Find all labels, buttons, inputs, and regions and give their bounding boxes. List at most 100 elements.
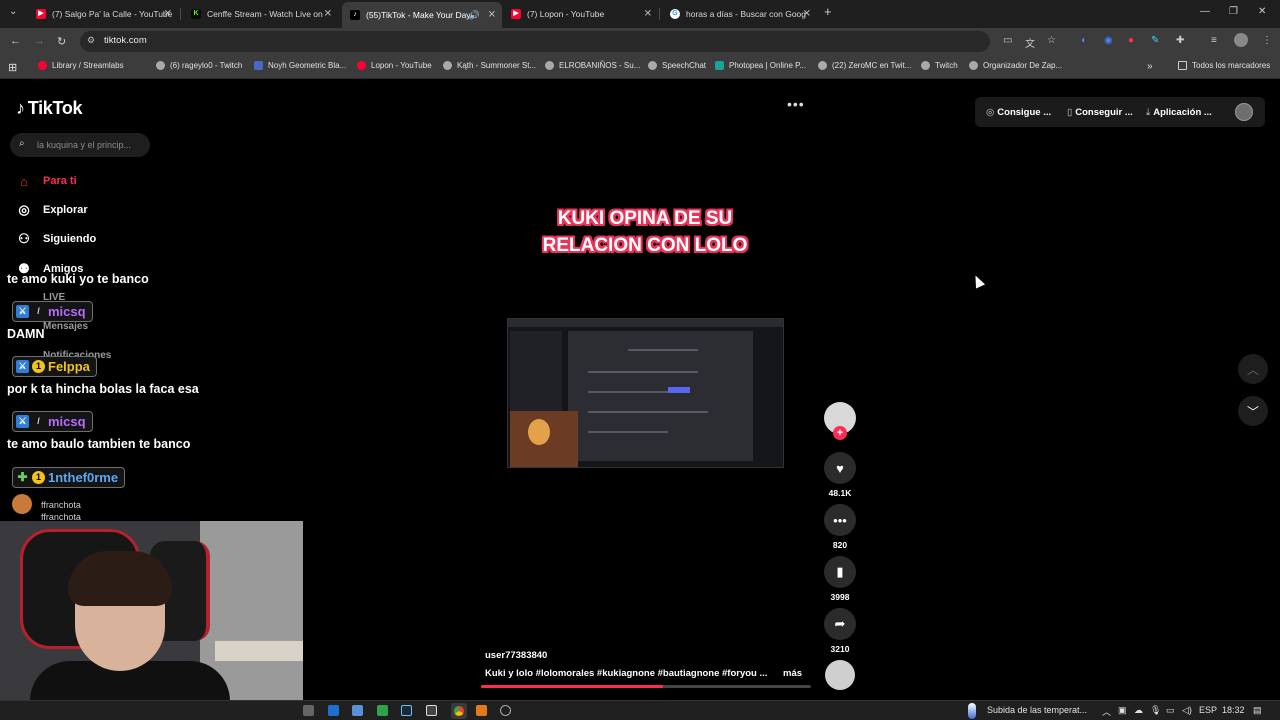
nav-messages[interactable]: Mensajes bbox=[43, 321, 88, 332]
taskbar-app-icon[interactable] bbox=[352, 705, 363, 716]
audio-playing-icon[interactable]: 🔊 bbox=[469, 10, 480, 21]
taskbar-app-icon[interactable] bbox=[303, 705, 314, 716]
cast-icon[interactable]: ▭ bbox=[1003, 35, 1012, 46]
tab-title: (55)TikTok - Make Your Day bbox=[366, 10, 471, 20]
network-icon[interactable]: ▭ bbox=[1166, 705, 1175, 716]
tab-kick-cenffe[interactable]: K Cenffe Stream - Watch Live on ✕ bbox=[183, 4, 338, 24]
share-count: 3210 bbox=[830, 644, 850, 654]
taskbar-app-icon[interactable] bbox=[476, 705, 487, 716]
bookmark-item[interactable]: (6) rageylo0 - Twitch bbox=[156, 61, 242, 70]
bookmark-item[interactable]: Noyh Geometric Bla... bbox=[254, 61, 346, 70]
globe-icon bbox=[818, 61, 827, 70]
minimize-icon[interactable]: — bbox=[1200, 6, 1210, 17]
desktop-app-button[interactable]: ⤓ Aplicación ... bbox=[1146, 107, 1212, 118]
notifications-icon[interactable]: ▤ bbox=[1253, 705, 1262, 716]
menu-kebab-icon[interactable]: ⋮ bbox=[1262, 35, 1272, 46]
save-button[interactable]: ▮ bbox=[824, 556, 856, 588]
previous-video-button[interactable]: ︿ bbox=[1238, 354, 1268, 384]
video-author[interactable]: user77383840 bbox=[485, 650, 547, 661]
bookmark-item[interactable]: Kąth - Summoner St... bbox=[443, 61, 536, 70]
streamer-webcam bbox=[0, 521, 303, 700]
volume-icon[interactable]: ◁) bbox=[1182, 705, 1192, 716]
bookmark-item[interactable]: Twitch bbox=[921, 61, 958, 70]
close-icon[interactable]: ✕ bbox=[644, 9, 652, 20]
clock[interactable]: 18:32 bbox=[1222, 705, 1245, 715]
bookmark-item[interactable]: Photopea | Online P... bbox=[715, 61, 806, 70]
moderator-badge-icon: ⚔ bbox=[16, 415, 29, 428]
microphone-icon[interactable]: 🎙 bbox=[1150, 705, 1161, 716]
tab-search-icon[interactable]: ⌄ bbox=[9, 6, 17, 17]
chrome-icon[interactable] bbox=[451, 703, 467, 719]
close-icon[interactable]: ✕ bbox=[488, 10, 496, 21]
folder-icon bbox=[1178, 61, 1187, 70]
bookmark-star-icon[interactable]: ☆ bbox=[1047, 35, 1056, 46]
taskbar-app-icon[interactable] bbox=[377, 705, 388, 716]
reload-icon[interactable]: ↻ bbox=[57, 35, 66, 48]
cloud-icon[interactable]: ☁ bbox=[1134, 705, 1143, 716]
close-icon[interactable]: ✕ bbox=[324, 9, 332, 20]
language-indicator[interactable]: ESP bbox=[1199, 705, 1217, 715]
video-description[interactable]: Kuki y lolo #lolomorales #kukiagnone #ba… bbox=[485, 668, 767, 679]
get-coins-button[interactable]: ◎ Consigue ... bbox=[986, 107, 1051, 118]
taskbar-app-icon[interactable] bbox=[500, 705, 511, 716]
bookmark-item[interactable]: Organizador De Zap... bbox=[969, 61, 1062, 70]
comment-button[interactable]: ••• bbox=[824, 504, 856, 536]
tray-icon[interactable]: ▣ bbox=[1118, 705, 1127, 716]
extension-icon[interactable]: ✎ bbox=[1151, 35, 1159, 46]
new-tab-button[interactable]: + bbox=[824, 4, 832, 19]
bookmark-item[interactable]: (22) ZeroMC en Twit... bbox=[818, 61, 911, 70]
outlook-icon[interactable] bbox=[328, 705, 339, 716]
media-control-icon[interactable]: ≡ bbox=[1211, 35, 1217, 46]
get-app-button[interactable]: ▯ Conseguir ... bbox=[1067, 107, 1133, 118]
see-more-link[interactable]: más bbox=[783, 668, 802, 679]
next-video-button[interactable]: ﹀ bbox=[1238, 396, 1268, 426]
tray-expand-icon[interactable]: ︿ bbox=[1102, 705, 1111, 718]
video-progress-bar[interactable] bbox=[481, 685, 811, 688]
site-info-icon[interactable]: ⚙ bbox=[87, 35, 95, 46]
restore-icon[interactable]: ❐ bbox=[1229, 6, 1238, 17]
extension-icon[interactable]: ● bbox=[1128, 35, 1134, 46]
extensions-puzzle-icon[interactable]: ✚ bbox=[1176, 35, 1184, 46]
all-bookmarks-folder[interactable]: Todos los marcadores bbox=[1178, 61, 1270, 70]
bookmarks-overflow-button[interactable]: » bbox=[1147, 61, 1153, 72]
nav-following[interactable]: ⚇ Siguiendo bbox=[16, 230, 96, 248]
forward-icon[interactable]: → bbox=[34, 35, 45, 47]
apps-grid-icon[interactable]: ⊞ bbox=[8, 61, 17, 74]
tab-youtube-salgo[interactable]: ▶ (7) Salgo Pa' la Calle - YouTube ✕ bbox=[28, 4, 178, 24]
nav-explore[interactable]: ◎ Explorar bbox=[16, 201, 87, 219]
tiktok-logo[interactable]: ♪ TikTok bbox=[16, 98, 83, 119]
close-icon[interactable]: ✕ bbox=[803, 9, 811, 20]
video-player[interactable] bbox=[507, 318, 784, 468]
search-input[interactable]: ⌕ la kuquina y el princip... bbox=[10, 133, 150, 157]
search-placeholder: la kuquina y el princip... bbox=[37, 140, 132, 150]
bookmark-item[interactable]: Library / Streamlabs bbox=[38, 61, 124, 70]
video-frame-line bbox=[588, 411, 708, 413]
address-bar[interactable]: ⚙ tiktok.com bbox=[80, 31, 990, 52]
translate-icon[interactable]: 文 bbox=[1025, 35, 1035, 50]
tab-youtube-lopon[interactable]: ▶ (7) Lopon - YouTube ✕ bbox=[503, 4, 658, 24]
extension-icon[interactable]: ◖ bbox=[1080, 35, 1086, 46]
close-icon[interactable]: ✕ bbox=[164, 9, 172, 20]
chat-message: DAMN bbox=[7, 327, 45, 341]
obs-icon[interactable] bbox=[426, 705, 437, 716]
nav-for-you[interactable]: ⌂ Para ti bbox=[16, 172, 77, 190]
more-options-button[interactable]: ••• bbox=[787, 96, 805, 112]
like-button[interactable]: ♥ bbox=[824, 452, 856, 484]
steam-icon[interactable] bbox=[401, 705, 412, 716]
bookmark-item[interactable]: Lopon - YouTube bbox=[357, 61, 432, 70]
share-button[interactable]: ➦ bbox=[824, 608, 856, 640]
back-icon[interactable]: ← bbox=[10, 35, 21, 47]
url-text[interactable]: tiktok.com bbox=[104, 35, 147, 46]
tab-tiktok[interactable]: ♪ (55)TikTok - Make Your Day 🔊 ✕ bbox=[342, 2, 502, 28]
bookmark-item[interactable]: ELROBANIÑOS - Su... bbox=[545, 61, 640, 70]
extension-icon[interactable]: ◉ bbox=[1104, 35, 1113, 46]
webcam-desk bbox=[215, 641, 303, 661]
music-disc[interactable] bbox=[825, 660, 855, 690]
user-avatar[interactable] bbox=[1235, 103, 1253, 121]
profile-avatar[interactable] bbox=[1234, 33, 1248, 47]
close-window-icon[interactable]: ✕ bbox=[1258, 6, 1266, 17]
weather-news-text[interactable]: Subida de las temperat... bbox=[987, 705, 1087, 715]
bookmark-item[interactable]: SpeechChat bbox=[648, 61, 706, 70]
tab-google-search[interactable]: G horas a días - Buscar con Goog ✕ bbox=[662, 4, 817, 24]
follow-plus-icon[interactable]: + bbox=[833, 426, 847, 440]
